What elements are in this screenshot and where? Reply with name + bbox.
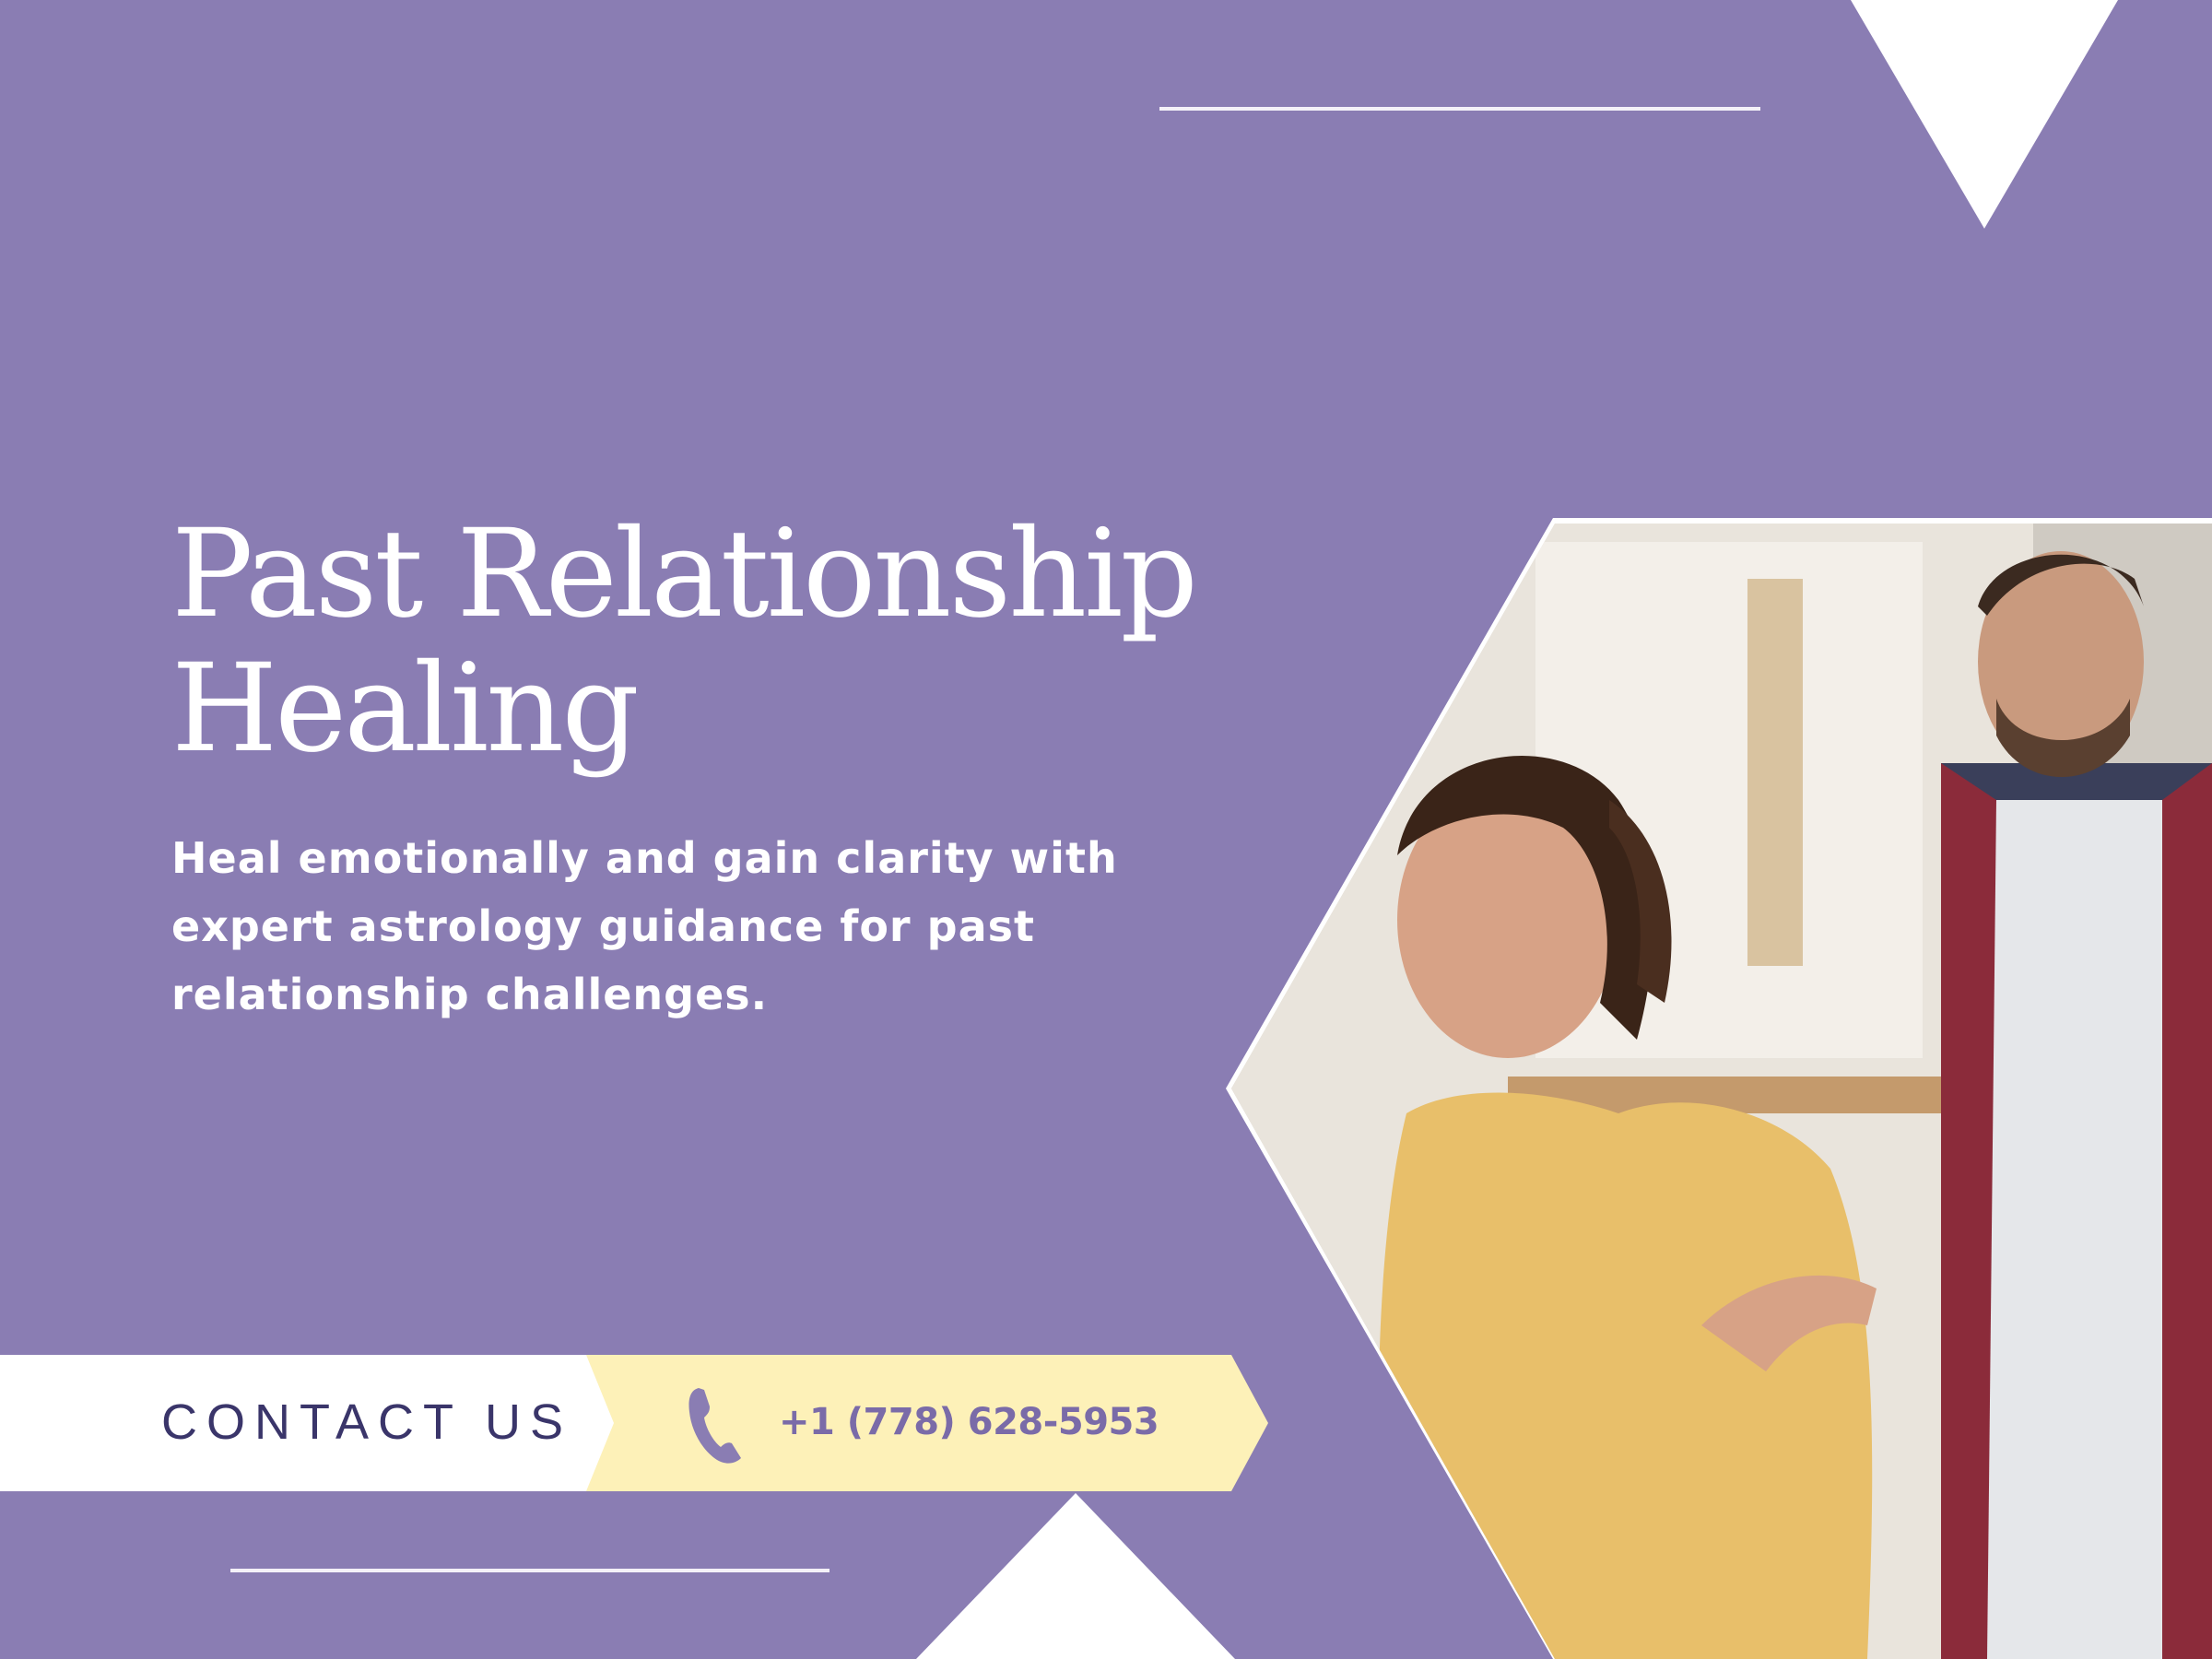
hero-title: Past Relationship Healing	[171, 507, 1324, 776]
bottom-triangle	[916, 1493, 1235, 1659]
phone-icon	[688, 1388, 741, 1464]
hero-subtitle: Heal emotionally and gain clarity with e…	[171, 824, 1277, 1029]
bottom-divider-line	[230, 1569, 830, 1572]
title-line-2: Healing	[171, 638, 640, 780]
contact-us-button[interactable]: CONTACT US	[161, 1394, 572, 1451]
photo-frame	[1226, 518, 2212, 1659]
couple-photo	[1231, 524, 2212, 1659]
subtitle-line-2: expert astrology guidance for past	[171, 901, 1035, 951]
top-right-triangle	[1851, 0, 2118, 229]
photo-illustration	[1231, 524, 2212, 1659]
subtitle-line-1: Heal emotionally and gain clarity with	[171, 833, 1118, 883]
top-divider-line	[1159, 107, 1760, 111]
title-line-1: Past Relationship	[171, 503, 1198, 645]
subtitle-line-3: relationship challenges.	[171, 970, 769, 1019]
phone-number-link[interactable]: +1 (778) 628-5953	[779, 1401, 1159, 1443]
